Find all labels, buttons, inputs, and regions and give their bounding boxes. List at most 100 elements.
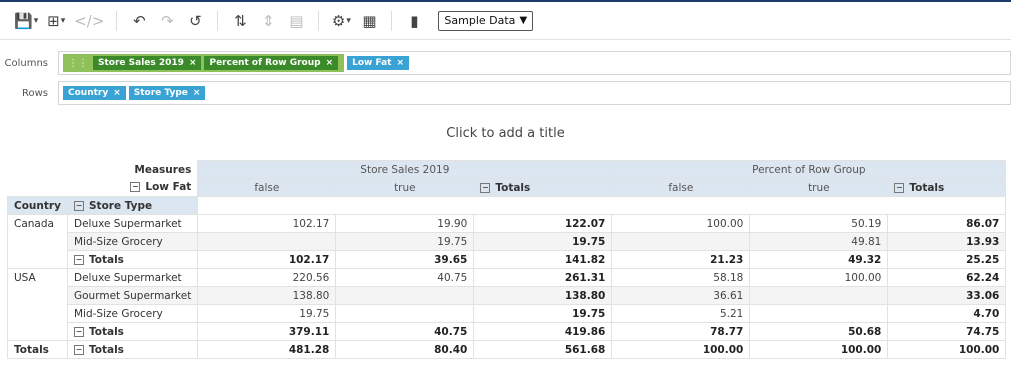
value-cell[interactable] [335, 286, 475, 305]
swap-axes-icon[interactable]: ⇅ [230, 9, 250, 33]
value-cell[interactable]: 50.19 [749, 214, 889, 233]
value-cell[interactable] [749, 304, 889, 323]
gear-icon[interactable]: ⚙ ▾ [331, 9, 351, 33]
export-icon[interactable]: ⊞ ▾ [46, 9, 66, 33]
value-cell[interactable]: 19.75 [197, 304, 337, 323]
value-cell[interactable]: 102.17 [197, 214, 337, 233]
value-cell[interactable]: 481.28 [197, 340, 337, 359]
sort-icon[interactable]: ⇕ [258, 9, 278, 33]
grip-icon[interactable]: ⋮⋮ [68, 58, 88, 69]
value-cell[interactable] [611, 232, 751, 251]
data-source-select[interactable]: Sample Data ▼ [438, 10, 534, 31]
collapse-icon[interactable]: − [74, 200, 84, 211]
value-cell[interactable]: 13.93 [887, 232, 1007, 251]
col-totals[interactable]: − Totals [887, 178, 1007, 197]
country-header[interactable]: Country [7, 196, 68, 215]
value-cell[interactable]: 40.75 [335, 322, 475, 341]
totals-label-cell[interactable]: − Totals [66, 340, 199, 359]
value-cell[interactable]: 100.00 [749, 268, 889, 287]
chip-store-sales[interactable]: Store Sales 2019 × [93, 56, 202, 70]
remove-icon[interactable]: × [193, 88, 201, 98]
rows-drop-zone[interactable]: Country × Store Type × [58, 81, 1011, 105]
value-cell[interactable]: 49.81 [749, 232, 889, 251]
pivot-title[interactable]: Click to add a title [0, 126, 1011, 141]
value-cell[interactable]: 21.23 [611, 250, 751, 269]
value-cell[interactable]: 220.56 [197, 268, 337, 287]
remove-icon[interactable]: × [189, 58, 197, 68]
store-type-cell[interactable]: Gourmet Supermarket [66, 286, 199, 305]
value-cell[interactable]: 40.75 [335, 268, 475, 287]
collapse-icon[interactable]: − [74, 344, 84, 355]
totals-label-cell[interactable]: − Totals [66, 322, 199, 341]
low-fat-label[interactable]: − Low Fat [7, 178, 198, 197]
value-cell[interactable]: 138.80 [197, 286, 337, 305]
value-cell[interactable]: 379.11 [197, 322, 337, 341]
value-cell[interactable] [197, 232, 337, 251]
percent-header[interactable]: Percent of Row Group [611, 160, 1007, 179]
value-cell[interactable]: 25.25 [887, 250, 1007, 269]
value-cell[interactable]: 561.68 [473, 340, 613, 359]
value-cell[interactable]: 19.75 [335, 232, 475, 251]
value-cell[interactable]: 100.00 [611, 214, 751, 233]
collapse-icon[interactable]: − [130, 182, 141, 193]
value-cell[interactable]: 5.21 [611, 304, 751, 323]
undo-icon[interactable]: ↶ [129, 9, 149, 33]
country-cell[interactable]: Canada [7, 214, 68, 269]
chip-low-fat[interactable]: Low Fat × [347, 56, 410, 70]
grid-icon[interactable]: ▤ [286, 9, 306, 33]
store-type-cell[interactable]: Mid-Size Grocery [66, 232, 199, 251]
store-type-cell[interactable]: Deluxe Supermarket [66, 268, 199, 287]
value-cell[interactable]: 86.07 [887, 214, 1007, 233]
collapse-icon[interactable]: − [74, 326, 84, 337]
store-type-header[interactable]: − Store Type [66, 196, 199, 215]
value-cell[interactable]: 122.07 [473, 214, 613, 233]
collapse-icon[interactable]: − [480, 182, 491, 193]
value-cell[interactable] [749, 286, 889, 305]
col-true[interactable]: true [335, 178, 475, 197]
save-icon[interactable]: 💾 ▾ [14, 9, 38, 33]
totals-label-cell[interactable]: − Totals [66, 250, 199, 269]
store-sales-header[interactable]: Store Sales 2019 [197, 160, 613, 179]
value-cell[interactable]: 138.80 [473, 286, 613, 305]
reset-icon[interactable]: ↺ [185, 9, 205, 33]
value-cell[interactable]: 58.18 [611, 268, 751, 287]
value-cell[interactable]: 19.75 [473, 304, 613, 323]
chart-icon[interactable]: ▮ [404, 9, 424, 33]
value-cell[interactable]: 19.90 [335, 214, 475, 233]
store-type-cell[interactable]: Mid-Size Grocery [66, 304, 199, 323]
value-cell[interactable]: 4.70 [887, 304, 1007, 323]
collapse-icon[interactable]: − [74, 254, 84, 265]
redo-icon[interactable]: ↷ [157, 9, 177, 33]
value-cell[interactable]: 74.75 [887, 322, 1007, 341]
value-cell[interactable]: 80.40 [335, 340, 475, 359]
value-cell[interactable]: 100.00 [887, 340, 1007, 359]
value-cell[interactable]: 100.00 [611, 340, 751, 359]
measures-group[interactable]: ⋮⋮ Store Sales 2019 × Percent of Row Grou… [63, 54, 345, 72]
value-cell[interactable]: 100.00 [749, 340, 889, 359]
value-cell[interactable]: 49.32 [749, 250, 889, 269]
value-cell[interactable]: 50.68 [749, 322, 889, 341]
value-cell[interactable]: 39.65 [335, 250, 475, 269]
value-cell[interactable]: 78.77 [611, 322, 751, 341]
remove-icon[interactable]: × [396, 58, 404, 68]
columns-drop-zone[interactable]: ⋮⋮ Store Sales 2019 × Percent of Row Grou… [58, 51, 1011, 75]
country-cell[interactable]: USA [7, 268, 68, 341]
col-true[interactable]: true [749, 178, 889, 197]
value-cell[interactable]: 19.75 [473, 232, 613, 251]
value-cell[interactable] [335, 304, 475, 323]
col-false[interactable]: false [611, 178, 751, 197]
country-cell[interactable]: Totals [7, 340, 68, 359]
remove-icon[interactable]: × [113, 88, 121, 98]
remove-icon[interactable]: × [326, 58, 334, 68]
value-cell[interactable]: 261.31 [473, 268, 613, 287]
value-cell[interactable]: 62.24 [887, 268, 1007, 287]
value-cell[interactable]: 102.17 [197, 250, 337, 269]
store-type-cell[interactable]: Deluxe Supermarket [66, 214, 199, 233]
collapse-icon[interactable]: − [894, 182, 905, 193]
col-totals[interactable]: − Totals [473, 178, 613, 197]
code-icon[interactable]: </> [74, 9, 104, 33]
chip-store-type[interactable]: Store Type × [128, 86, 206, 100]
value-cell[interactable]: 141.82 [473, 250, 613, 269]
value-cell[interactable]: 36.61 [611, 286, 751, 305]
chip-percent-row-group[interactable]: Percent of Row Group × [204, 56, 339, 70]
